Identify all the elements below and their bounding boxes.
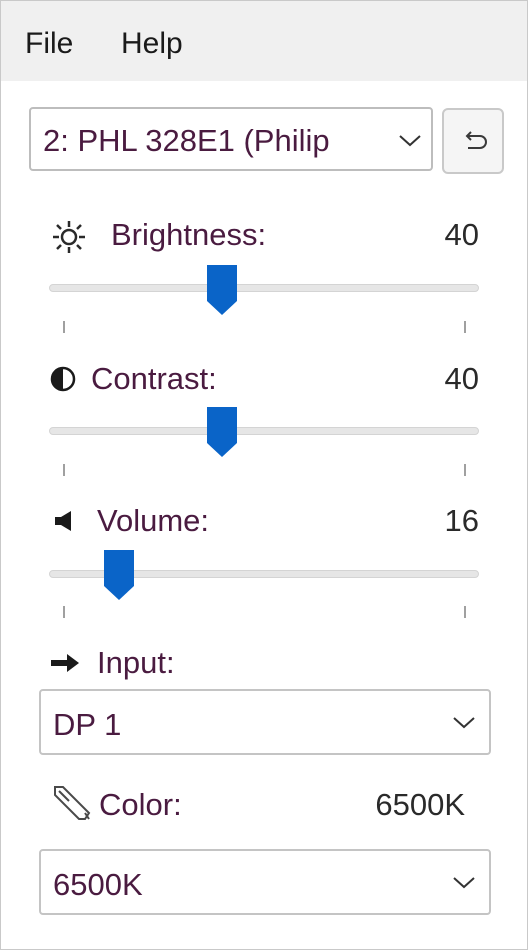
volume-label: Volume:: [97, 503, 210, 538]
chevron-down-icon: [453, 877, 475, 889]
color-select[interactable]: 6500K: [39, 849, 491, 915]
chevron-down-icon: [399, 135, 421, 147]
speaker-icon: [55, 511, 71, 531]
monitor-select-value: 2: PHL 328E1 (Philip: [43, 123, 330, 158]
brightness-label: Brightness:: [111, 217, 267, 252]
contrast-label: Contrast:: [91, 361, 217, 396]
contrast-slider-thumb[interactable]: [207, 407, 237, 457]
input-label: Input:: [97, 645, 175, 680]
contrast-tick-max: [464, 464, 466, 476]
volume-value: 16: [444, 503, 479, 538]
eyedropper-icon: [54, 786, 91, 820]
color-label: Color:: [99, 787, 182, 822]
app-window: File Help 2: PHL 328E1 (Philip Brightnes…: [0, 0, 528, 950]
contrast-icon: [50, 366, 76, 392]
color-value: 6500K: [375, 787, 465, 822]
contrast-tick-min: [63, 464, 65, 476]
color-select-value: 6500K: [53, 867, 143, 902]
monitor-select[interactable]: 2: PHL 328E1 (Philip: [29, 107, 433, 171]
volume-tick-min: [63, 606, 65, 618]
volume-tick-max: [464, 606, 466, 618]
contrast-value: 40: [444, 361, 479, 396]
menu-file[interactable]: File: [25, 27, 73, 61]
sun-icon: [53, 221, 85, 253]
chevron-down-icon: [453, 717, 475, 729]
brightness-tick-max: [464, 321, 466, 333]
brightness-tick-min: [63, 321, 65, 333]
input-select[interactable]: DP 1: [39, 689, 491, 755]
brightness-slider-track[interactable]: [49, 284, 479, 292]
menu-bar: File Help: [1, 1, 527, 81]
menu-help[interactable]: Help: [121, 27, 183, 61]
brightness-slider-thumb[interactable]: [207, 265, 237, 315]
undo-icon: [465, 131, 487, 149]
reset-button[interactable]: [442, 108, 504, 174]
arrow-right-icon: [51, 654, 79, 672]
input-select-value: DP 1: [53, 707, 122, 742]
brightness-value: 40: [444, 217, 479, 252]
contrast-slider-track[interactable]: [49, 427, 479, 435]
volume-slider-thumb[interactable]: [103, 550, 134, 600]
